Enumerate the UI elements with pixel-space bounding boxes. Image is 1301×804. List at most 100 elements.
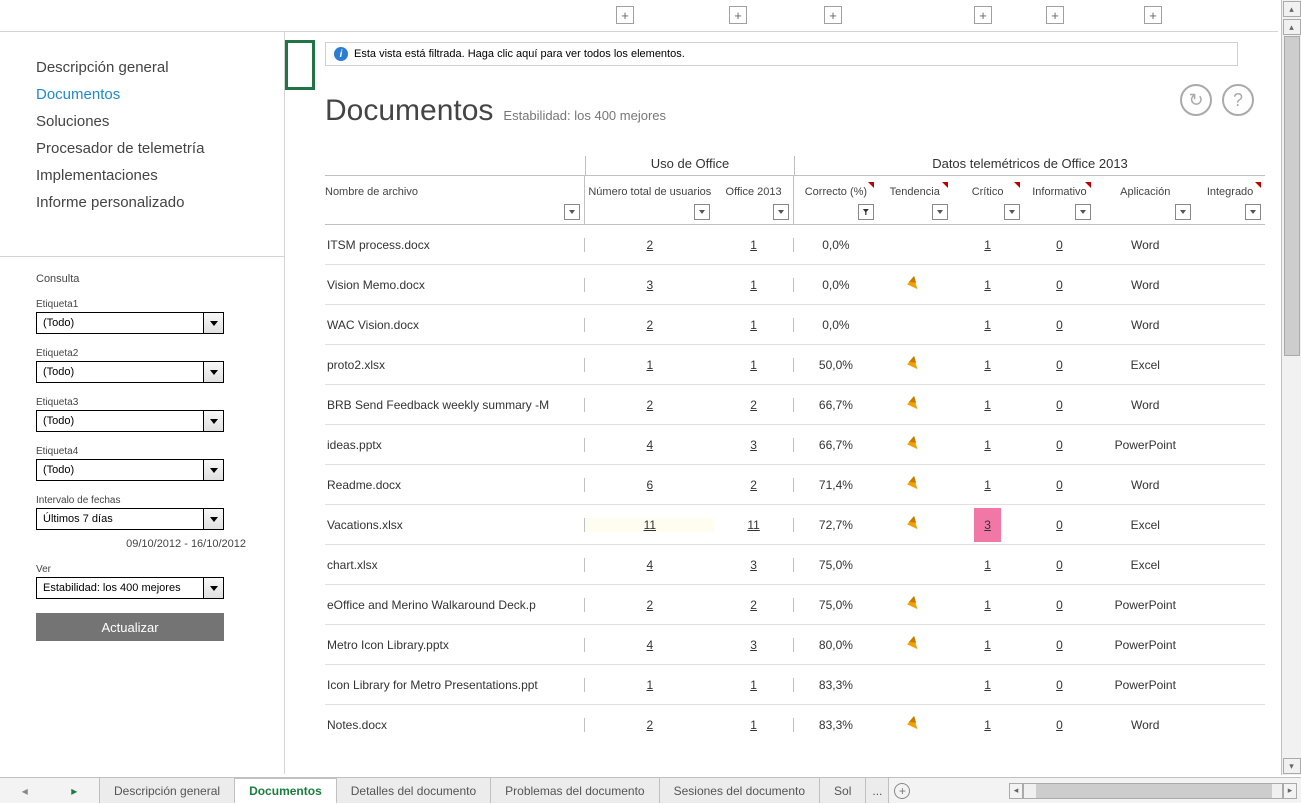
- cell-filename[interactable]: chart.xlsx: [325, 558, 584, 572]
- cell-users[interactable]: 1: [584, 678, 714, 692]
- nav-item[interactable]: Descripción general: [0, 54, 284, 81]
- cell-informative[interactable]: 0: [1024, 358, 1096, 372]
- sheet-tab[interactable]: Sol: [820, 778, 866, 803]
- cell-informative[interactable]: 0: [1024, 398, 1096, 412]
- cell-critical[interactable]: 1: [952, 358, 1024, 372]
- cell-users[interactable]: 11: [584, 518, 714, 532]
- cell-users[interactable]: 4: [584, 558, 714, 572]
- v-scrollbar[interactable]: ▴ ▴ ▾: [1281, 0, 1301, 775]
- v-scroll-thumb[interactable]: [1284, 36, 1300, 356]
- cell-informative[interactable]: 0: [1024, 438, 1096, 452]
- cell-office[interactable]: 1: [714, 318, 794, 332]
- help-button[interactable]: ?: [1222, 84, 1254, 116]
- filter-select[interactable]: (Todo): [36, 312, 224, 334]
- cell-informative[interactable]: 0: [1024, 518, 1096, 532]
- column-add-button[interactable]: +: [616, 6, 634, 24]
- cell-filename[interactable]: Vision Memo.docx: [325, 278, 584, 292]
- cell-critical[interactable]: 1: [952, 478, 1024, 492]
- v-scroll-track[interactable]: [1284, 36, 1300, 757]
- cell-filename[interactable]: Readme.docx: [325, 478, 584, 492]
- cell-office[interactable]: 1: [714, 358, 794, 372]
- cell-users[interactable]: 2: [584, 598, 714, 612]
- sheet-tab[interactable]: Detalles del documento: [337, 778, 491, 803]
- cell-informative[interactable]: 0: [1024, 558, 1096, 572]
- filter-button-active[interactable]: [858, 204, 874, 220]
- nav-item[interactable]: Documentos: [0, 81, 284, 108]
- cell-filename[interactable]: eOffice and Merino Walkaround Deck.p: [325, 598, 584, 612]
- cell-informative[interactable]: 0: [1024, 718, 1096, 732]
- cell-users[interactable]: 4: [584, 638, 714, 652]
- cell-filename[interactable]: Vacations.xlsx: [325, 518, 584, 532]
- cell-informative[interactable]: 0: [1024, 238, 1096, 252]
- cell-office[interactable]: 3: [714, 438, 794, 452]
- cell-informative[interactable]: 0: [1024, 678, 1096, 692]
- cell-office[interactable]: 3: [714, 638, 794, 652]
- cell-filename[interactable]: Icon Library for Metro Presentations.ppt: [325, 678, 584, 692]
- tab-nav-arrows[interactable]: ◂ ▸: [0, 778, 100, 803]
- nav-item[interactable]: Implementaciones: [0, 162, 284, 189]
- cell-office[interactable]: 3: [714, 558, 794, 572]
- cell-critical[interactable]: 1: [952, 638, 1024, 652]
- cell-informative[interactable]: 0: [1024, 638, 1096, 652]
- tab-next-icon[interactable]: ▸: [71, 784, 77, 798]
- filter-select[interactable]: (Todo): [36, 459, 224, 481]
- cell-users[interactable]: 2: [584, 398, 714, 412]
- cell-informative[interactable]: 0: [1024, 318, 1096, 332]
- date-select[interactable]: Últimos 7 días: [36, 508, 224, 530]
- cell-users[interactable]: 1: [584, 358, 714, 372]
- cell-filename[interactable]: BRB Send Feedback weekly summary -M: [325, 398, 584, 412]
- cell-critical[interactable]: 1: [952, 318, 1024, 332]
- cell-filename[interactable]: ideas.pptx: [325, 438, 584, 452]
- sheet-tab[interactable]: Documentos: [235, 778, 337, 804]
- cell-office[interactable]: 1: [714, 678, 794, 692]
- cell-office[interactable]: 1: [714, 718, 794, 732]
- cell-users[interactable]: 2: [584, 718, 714, 732]
- cell-office[interactable]: 2: [714, 478, 794, 492]
- scroll-up2-icon[interactable]: ▴: [1283, 19, 1301, 35]
- cell-filename[interactable]: ITSM process.docx: [325, 238, 584, 252]
- tab-first-icon[interactable]: ◂: [22, 784, 28, 798]
- cell-informative[interactable]: 0: [1024, 478, 1096, 492]
- nav-item[interactable]: Soluciones: [0, 108, 284, 135]
- nav-item[interactable]: Informe personalizado: [0, 189, 284, 216]
- filter-button[interactable]: [1075, 204, 1091, 220]
- filter-button[interactable]: [564, 204, 580, 220]
- refresh-button[interactable]: ↻: [1180, 84, 1212, 116]
- cell-critical[interactable]: 1: [952, 558, 1024, 572]
- cell-informative[interactable]: 0: [1024, 278, 1096, 292]
- column-add-button[interactable]: +: [824, 6, 842, 24]
- column-add-button[interactable]: +: [1046, 6, 1064, 24]
- filter-select[interactable]: (Todo): [36, 361, 224, 383]
- column-add-button[interactable]: +: [1144, 6, 1162, 24]
- cell-critical[interactable]: 1: [952, 398, 1024, 412]
- cell-users[interactable]: 3: [584, 278, 714, 292]
- cell-office[interactable]: 1: [714, 278, 794, 292]
- cell-office[interactable]: 2: [714, 398, 794, 412]
- view-select[interactable]: Estabilidad: los 400 mejores: [36, 577, 224, 599]
- filter-button[interactable]: [773, 204, 789, 220]
- sheet-tab[interactable]: Descripción general: [100, 778, 235, 803]
- h-scroll-thumb[interactable]: [1036, 784, 1272, 798]
- cell-office[interactable]: 1: [714, 238, 794, 252]
- scroll-right-icon[interactable]: ▸: [1283, 783, 1297, 799]
- update-button[interactable]: Actualizar: [36, 613, 224, 641]
- cell-office[interactable]: 2: [714, 598, 794, 612]
- cell-filename[interactable]: Metro Icon Library.pptx: [325, 638, 584, 652]
- scroll-down-icon[interactable]: ▾: [1283, 758, 1301, 774]
- sheet-tab[interactable]: Sesiones del documento: [660, 778, 820, 803]
- column-add-button[interactable]: +: [974, 6, 992, 24]
- cell-users[interactable]: 4: [584, 438, 714, 452]
- filter-button[interactable]: [1245, 204, 1261, 220]
- filter-select[interactable]: (Todo): [36, 410, 224, 432]
- tab-more[interactable]: ...: [866, 778, 889, 803]
- cell-critical[interactable]: 1: [952, 598, 1024, 612]
- cell-office[interactable]: 11: [714, 518, 794, 532]
- filter-button[interactable]: [694, 204, 710, 220]
- scroll-up-icon[interactable]: ▴: [1283, 1, 1301, 17]
- filter-button[interactable]: [932, 204, 948, 220]
- cell-users[interactable]: 2: [584, 318, 714, 332]
- cell-users[interactable]: 6: [584, 478, 714, 492]
- filter-button[interactable]: [1175, 204, 1191, 220]
- cell-filename[interactable]: proto2.xlsx: [325, 358, 584, 372]
- nav-item[interactable]: Procesador de telemetría: [0, 135, 284, 162]
